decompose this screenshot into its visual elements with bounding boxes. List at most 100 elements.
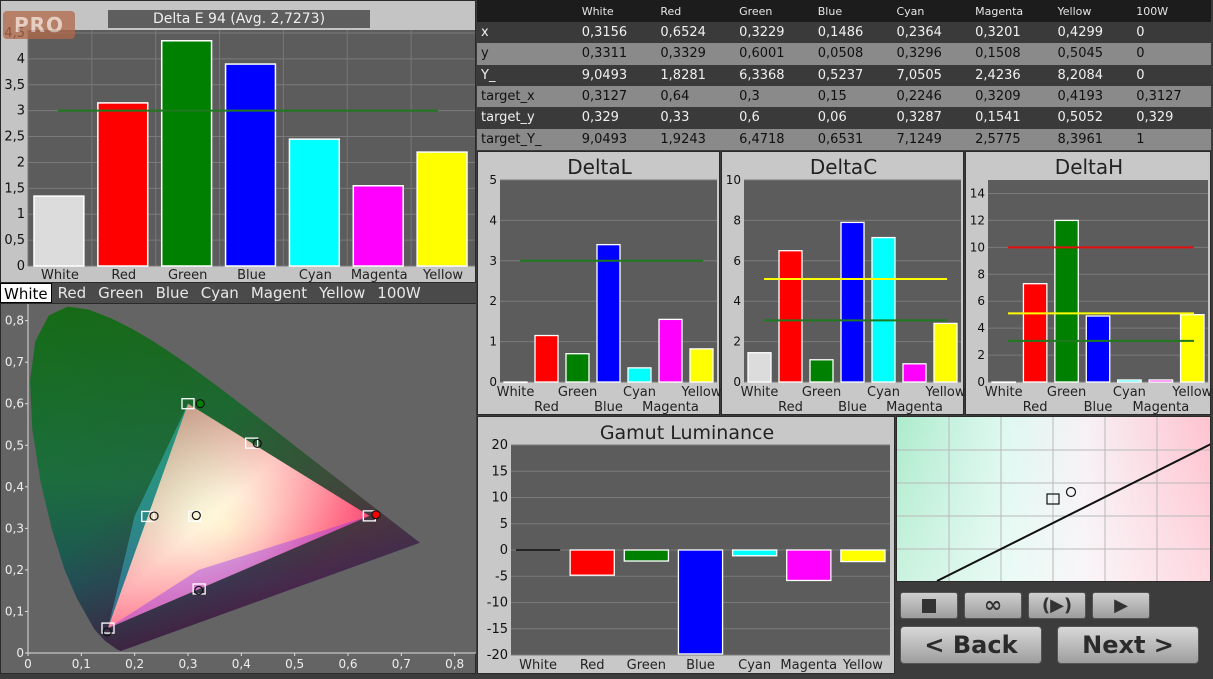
x-tick-label: Red [534,400,559,415]
next-button[interactable]: Next > [1057,626,1199,664]
x-tick-label: 0,4 [232,657,251,671]
table-cell: 9,0493 [577,64,657,86]
y-tick-label: 0,3 [5,521,24,535]
table-cell: 0 [1132,43,1211,65]
column-header: Magenta [971,0,1054,22]
table-cell: 0,6524 [656,22,736,44]
y-tick-label: 10 [970,240,985,254]
x-tick-label: Yellow [842,658,883,673]
bar-magenta [902,363,927,383]
bar-magenta [658,318,683,383]
column-header: White [577,0,657,22]
bar-green [623,549,670,562]
delta-e-chart: 00,511,522,533,544,5WhiteRedGreenBlueCya… [4,26,475,283]
bar-yellow [689,348,714,383]
x-tick-label: Green [558,385,597,400]
play-button[interactable]: ▶ [1092,592,1150,619]
x-tick-label: Green [1047,385,1086,400]
x-tick-label: Cyan [1113,385,1146,400]
table-cell: 7,1249 [892,128,972,150]
chart-title: DeltaC [810,155,877,179]
table-row: x 0,3156 0,6524 0,3229 0,1486 0,2364 0,3201 0,4… [477,22,1211,44]
play-circle-icon: (▶) [1041,595,1073,616]
tab-blue[interactable]: Blue [150,283,195,303]
table-cell: 0 [1132,64,1211,86]
y-tick-label: 14 [970,186,985,200]
table-cell: 1,9243 [656,128,736,150]
table-cell: 0,6531 [813,128,893,150]
table-cell: 0,0508 [813,43,893,65]
tab-100w[interactable]: 100W [371,283,426,303]
cie-diagram: 0 0,1 0,2 0,3 0,4 0,5 0,6 0,7 0,8 0 0,1 0,2 0,3 0,4 0,… [5,304,476,671]
tab-green[interactable]: Green [92,283,149,303]
bar-cyan [288,138,341,267]
y-tick-label: 12 [970,213,985,227]
table-cell: 0,3287 [892,107,972,129]
bar-red [1022,283,1048,383]
table-cell: 0,33 [656,107,736,129]
x-tick-label: Cyan [623,385,656,400]
table-cell: 0,1541 [971,107,1054,129]
y-tick-label: 4 [17,52,25,67]
tab-yellow[interactable]: Yellow [313,283,371,303]
table-cell: 7,0505 [892,64,972,86]
column-header: Cyan [892,0,972,22]
infinity-icon: ∞ [983,593,1003,618]
table-cell: 0,3209 [971,85,1054,108]
chart-title: DeltaL [567,155,632,179]
table-cell: 0,3127 [577,85,657,108]
table-row: target_y 0,329 0,33 0,6 0,06 0,3287 0,1541 0,50… [477,107,1211,129]
gamut-luminance-chart: Gamut Luminance 20 15 10 5 0 -5 -10 -15 -20 White R… [487,422,890,673]
tab-white[interactable]: White [0,283,52,303]
y-tick-label: 0,6 [5,397,24,411]
y-tick-label: 2 [733,335,741,349]
bar-blue [224,63,277,267]
x-tick-label: Green [802,385,841,400]
x-tick-label: Magenta [642,400,699,415]
x-tick-label: Yellow [680,385,721,400]
y-tick-label: 0 [16,646,24,660]
table-cell: 0,5052 [1053,107,1133,129]
x-tick-label: Red [580,658,605,673]
x-tick-label: Yellow [1171,385,1212,400]
continuous-play-button[interactable]: (▶) [1028,592,1086,619]
gamut-luminance-panel: Gamut Luminance 20 15 10 5 0 -5 -10 -15 -20 White R… [477,416,895,674]
bar-yellow [1179,314,1205,383]
row-label: y [477,43,578,65]
y-tick-label: 0,8 [5,314,24,328]
table-cell: 0,3229 [735,22,814,44]
back-button[interactable]: < Back [900,626,1042,664]
bar-white [33,195,85,267]
tab-cyan[interactable]: Cyan [195,283,245,303]
tab-red[interactable]: Red [52,283,93,303]
table-cell: 0,3329 [656,43,736,65]
x-tick-label: White [497,385,535,400]
y-tick-label: 3 [17,104,25,119]
table-cell: 2,5775 [971,128,1054,150]
table-cell: 0 [1132,22,1211,44]
stop-button[interactable] [900,592,958,619]
x-tick-label: Magenta [886,400,943,415]
y-tick-label: 0,4 [5,480,24,494]
play-icon: ▶ [1114,595,1128,616]
table-row: target_x 0,3127 0,64 0,3 0,15 0,2246 0,3209 0,4… [477,85,1211,108]
y-tick-label: 0,2 [5,563,24,577]
tab-magent[interactable]: Magent [245,283,313,303]
y-tick-label: 8 [977,267,985,281]
y-tick-label: 0,5 [5,438,24,452]
column-header: Blue [813,0,893,22]
x-tick-label: Cyan [738,658,771,673]
x-tick-label: 0,8 [445,657,464,671]
bar-blue [677,549,724,655]
bar-blue [1085,315,1111,383]
x-tick-label: Yellow [924,385,965,400]
delta-h-panel: DeltaH 0 2 4 6 8 10 12 14 White Red Green Blue Cyan Ma… [965,151,1213,415]
measured-green [195,399,205,409]
table-row: Y_ 9,0493 1,8281 6,3368 0,5237 7,0505 2,4236 8,… [477,64,1211,86]
y-tick-label: 5 [489,173,497,187]
y-tick-label: 6 [733,254,741,268]
loop-button[interactable]: ∞ [964,592,1022,619]
y-tick-label: 8 [733,213,741,227]
bar-yellow [840,549,886,563]
x-tick-label: Cyan [299,268,332,283]
